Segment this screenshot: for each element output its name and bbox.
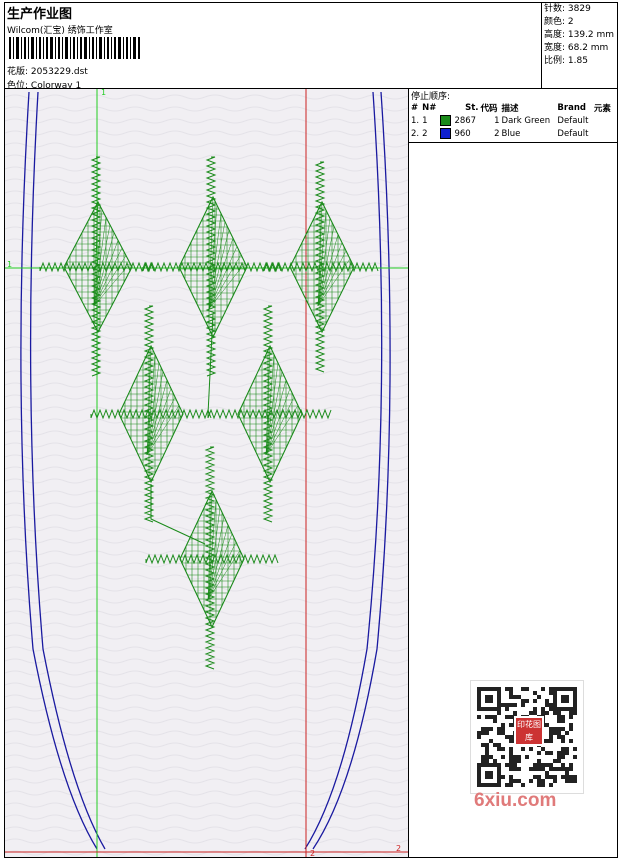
marker-left: 1 bbox=[7, 260, 12, 269]
row-index: 2. bbox=[411, 128, 420, 139]
col-hash: # bbox=[411, 102, 419, 113]
row-brand: Default bbox=[557, 115, 589, 126]
row-index: 1. bbox=[411, 115, 420, 126]
qr-badge: 印花图库 bbox=[514, 716, 544, 746]
stop-sequence-table: # N# St. 代码 描述 Brand 元素 1. 1 2867 1 Dark… bbox=[411, 101, 615, 140]
row-stitches: 960 bbox=[454, 128, 471, 139]
design-label: 花版: bbox=[7, 67, 29, 77]
table-divider bbox=[409, 142, 617, 143]
row-n: 2 bbox=[422, 128, 428, 139]
col-element: 元素 bbox=[593, 103, 611, 114]
table-header-row: # N# St. 代码 描述 Brand 元素 bbox=[411, 101, 615, 114]
marker-top: 1 bbox=[101, 89, 106, 97]
studio-name: Wilcom(汇宝) 绣饰工作室 bbox=[7, 26, 113, 36]
color-swatch bbox=[440, 128, 452, 139]
worksheet-header: 生产作业图 Wilcom(汇宝) 绣饰工作室 花版: 2053229.dst 色… bbox=[5, 3, 541, 91]
design-drawing: 1 1 2 2 bbox=[5, 89, 408, 857]
row-code: 2 bbox=[494, 128, 500, 139]
barcode-icon bbox=[9, 37, 140, 59]
design-height: 高度: 139.2 mm bbox=[544, 30, 615, 40]
page-title: 生产作业图 bbox=[7, 7, 73, 22]
marker-bottom-a: 2 bbox=[310, 849, 315, 857]
row-desc: Dark Green bbox=[501, 115, 551, 126]
design-scale: 比例: 1.85 bbox=[544, 56, 588, 66]
marker-bottom-b: 2 bbox=[396, 844, 401, 853]
design-value: 2053229.dst bbox=[30, 67, 88, 77]
col-brand: Brand bbox=[557, 102, 586, 113]
stitch-count: 针数: 3829 bbox=[544, 4, 591, 14]
design-stats: 针数: 3829 颜色: 2 高度: 139.2 mm 宽度: 68.2 mm … bbox=[541, 3, 618, 88]
watermark-text: 6xiu.com bbox=[474, 790, 557, 811]
production-worksheet: 生产作业图 Wilcom(汇宝) 绣饰工作室 花版: 2053229.dst 色… bbox=[0, 0, 620, 861]
col-stitches: St. bbox=[465, 102, 479, 113]
col-desc: 描述 bbox=[501, 103, 519, 114]
design-file: 花版: 2053229.dst bbox=[7, 64, 88, 77]
col-code: 代码 bbox=[480, 103, 498, 114]
row-stitches: 2867 bbox=[454, 115, 477, 126]
color-count: 颜色: 2 bbox=[544, 17, 574, 27]
row-brand: Default bbox=[557, 128, 589, 139]
design-width: 宽度: 68.2 mm bbox=[544, 43, 609, 53]
table-row: 1. 1 2867 1 Dark Green Default bbox=[411, 114, 615, 127]
row-desc: Blue bbox=[501, 128, 521, 139]
row-n: 1 bbox=[422, 115, 428, 126]
qr-code-icon: 印花图库 bbox=[470, 680, 584, 794]
col-n: N# bbox=[422, 102, 437, 113]
row-code: 1 bbox=[494, 115, 500, 126]
color-swatch bbox=[440, 115, 452, 126]
table-row: 2. 2 960 2 Blue Default bbox=[411, 127, 615, 140]
embroidery-preview: 1 1 2 2 bbox=[5, 89, 408, 857]
